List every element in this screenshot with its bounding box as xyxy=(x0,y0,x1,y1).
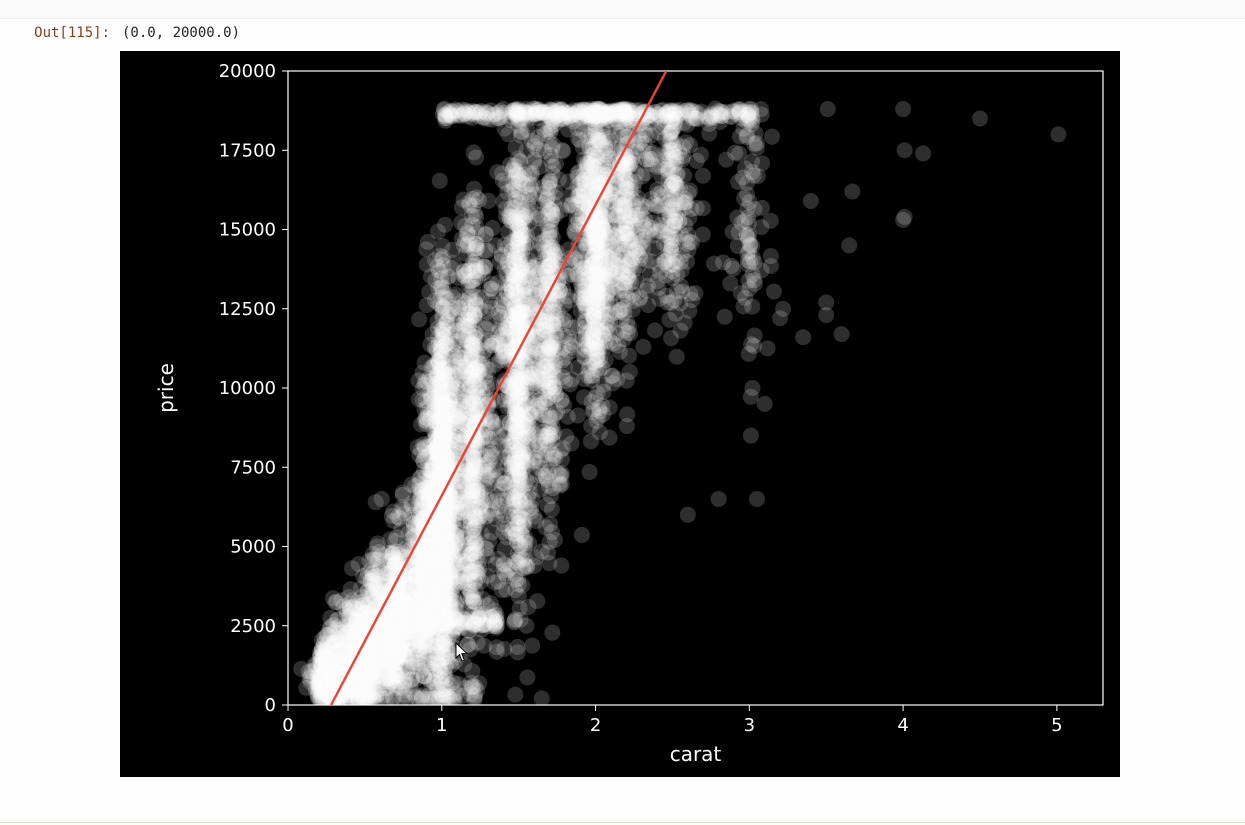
x-tick-label: 5 xyxy=(1051,715,1062,736)
x-tick-label: 4 xyxy=(897,715,908,736)
y-tick-label: 10000 xyxy=(219,378,276,399)
x-axis-label: carat xyxy=(670,742,722,766)
x-tick-label: 0 xyxy=(282,715,293,736)
cell-toolbar-gutter xyxy=(0,0,1245,19)
x-tick-label: 1 xyxy=(436,715,447,736)
y-tick-label: 0 xyxy=(265,695,276,716)
y-tick-label: 17500 xyxy=(219,140,276,161)
y-tick-label: 12500 xyxy=(219,299,276,320)
y-tick-label: 2500 xyxy=(230,616,276,637)
cell-bottom-rule xyxy=(0,822,1245,823)
y-tick-label: 15000 xyxy=(219,220,276,241)
output-repr: (0.0, 20000.0) xyxy=(122,25,240,41)
y-tick-label: 5000 xyxy=(230,537,276,558)
y-tick-label: 7500 xyxy=(230,457,276,478)
y-axis-label: price xyxy=(154,363,178,413)
matplotlib-figure: 0 1 2 3 4 5 0 2500 5000 7500 10000 12500 15000 17500 2… xyxy=(120,51,1120,777)
x-tick-label: 3 xyxy=(744,715,755,736)
output-row: Out[115]: (0.0, 20000.0) xyxy=(0,19,1245,45)
x-tick-label: 2 xyxy=(590,715,601,736)
output-prompt: Out[115]: xyxy=(10,25,122,41)
y-tick-label: 20000 xyxy=(219,61,276,82)
